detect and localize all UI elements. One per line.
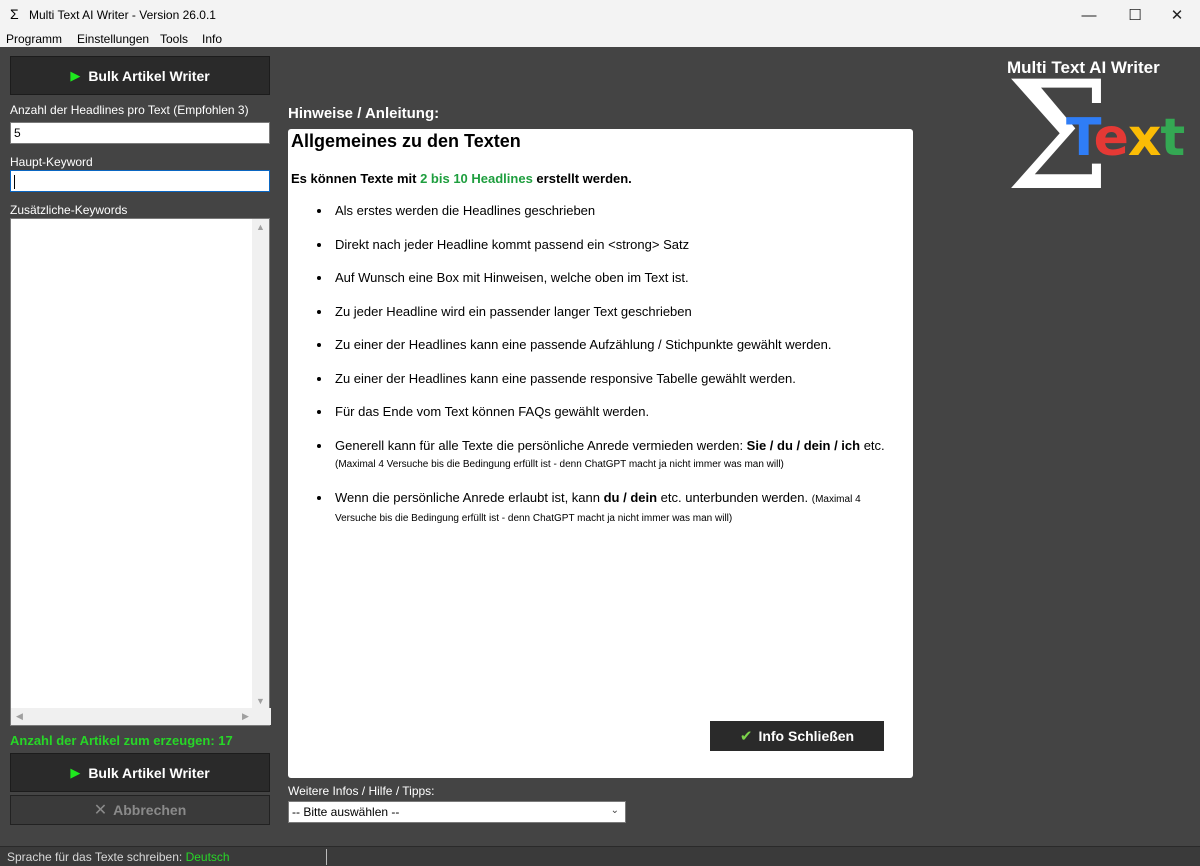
list-item: Als erstes werden die Headlines geschrie… (332, 202, 902, 219)
scroll-up-icon[interactable]: ▲ (252, 222, 269, 232)
intro-highlight: 2 bis 10 Headlines (420, 171, 533, 186)
title-bar: Σ Multi Text AI Writer - Version 26.0.1 … (0, 0, 1200, 30)
list-item: Für das Ende vom Text können FAQs gewähl… (332, 403, 902, 420)
bullet9-after: etc. unterbunden werden. (657, 490, 812, 505)
bullet8-text: Generell kann für alle Texte die persönl… (335, 437, 747, 453)
menu-einstellungen[interactable]: Einstellungen (77, 32, 149, 46)
abort-button[interactable]: ✕ Abbrechen (10, 795, 270, 825)
scroll-left-icon[interactable]: ◀ (11, 711, 28, 722)
scrollbar-corner (254, 708, 271, 725)
app-icon: Σ (10, 6, 19, 22)
text-caret (14, 174, 15, 189)
menu-bar: Programm Einstellungen Tools Info (0, 30, 1200, 47)
bulk-writer-label: Bulk Artikel Writer (88, 67, 210, 84)
abort-label: Abbrechen (113, 802, 187, 818)
more-info-selected: -- Bitte auswählen -- (292, 805, 400, 819)
play-icon: ▶ (70, 764, 81, 780)
bullet9-bold: du / dein (603, 490, 658, 505)
menu-info[interactable]: Info (202, 32, 222, 46)
logo-letter-e: e (1093, 108, 1129, 168)
maximize-button[interactable]: ☐ (1112, 0, 1158, 30)
list-item: Zu einer der Headlines kann eine passend… (332, 336, 902, 353)
list-item: Zu einer der Headlines kann eine passend… (332, 370, 902, 387)
info-close-button[interactable]: ✔ Info Schließen (710, 721, 884, 751)
status-bar: Sprache für das Texte schreiben: Deutsch (0, 846, 1200, 866)
intro-text: Es können Texte mit 2 bis 10 Headlines e… (291, 171, 632, 186)
panel-heading: Allgemeines zu den Texten (291, 131, 521, 151)
list-item: Wenn die persönliche Anrede erlaubt ist,… (332, 489, 902, 527)
status-label: Sprache für das Texte schreiben: (7, 850, 183, 864)
bullet8-after: etc. (860, 437, 885, 453)
list-item: Auf Wunsch eine Box mit Hinweisen, welch… (332, 269, 902, 286)
logo-letter-t2: t (1160, 108, 1185, 168)
hints-list: Als erstes werden die Headlines geschrie… (302, 202, 902, 527)
logo-word: Text (1066, 108, 1185, 168)
close-icon: ✕ (93, 802, 108, 819)
hints-panel: Allgemeines zu den Texten Es können Text… (288, 129, 913, 778)
list-item: Zu jeder Headline wird ein passender lan… (332, 303, 902, 320)
bulk-writer-button-top[interactable]: ▶ Bulk Artikel Writer (10, 56, 270, 95)
headline-count-input[interactable]: 5 (10, 122, 270, 144)
hints-section-title: Hinweise / Anleitung: (288, 105, 440, 122)
horizontal-scrollbar[interactable]: ◀ ▶ (11, 708, 254, 725)
bulk-writer-button-bottom[interactable]: ▶ Bulk Artikel Writer (10, 753, 270, 792)
list-item: Direkt nach jeder Headline kommt passend… (332, 236, 902, 253)
headline-count-label: Anzahl der Headlines pro Text (Empfohlen… (10, 103, 249, 117)
extra-keywords-label: Zusätzliche-Keywords (10, 203, 128, 217)
more-info-select[interactable]: -- Bitte auswählen -- ⌄ (288, 801, 626, 823)
bulk-writer-label: Bulk Artikel Writer (88, 764, 210, 781)
bullet8-bold: Sie / du / dein / ich (746, 437, 861, 453)
vertical-scrollbar[interactable]: ▲ ▼ (252, 219, 269, 709)
list-item: Generell kann für alle Texte die persönl… (332, 437, 902, 473)
play-icon: ▶ (70, 67, 81, 83)
window-title: Multi Text AI Writer - Version 26.0.1 (29, 8, 216, 22)
menu-tools[interactable]: Tools (160, 32, 188, 46)
chevron-down-icon: ⌄ (610, 805, 619, 816)
article-count-label: Anzahl der Artikel zum erzeugen: (10, 733, 215, 748)
bullet8-note: (Maximal 4 Versuche bis die Bedingung er… (335, 458, 784, 470)
main-keyword-label: Haupt-Keyword (10, 155, 93, 169)
more-info-label: Weitere Infos / Hilfe / Tipps: (288, 784, 435, 798)
bullet9-text: Wenn die persönliche Anrede erlaubt ist,… (335, 490, 604, 505)
close-button[interactable]: ✕ (1154, 0, 1200, 30)
scroll-down-icon[interactable]: ▼ (252, 696, 269, 706)
minimize-button[interactable]: — (1066, 0, 1112, 30)
intro-suffix: erstellt werden. (532, 171, 632, 186)
info-close-label: Info Schließen (758, 728, 855, 744)
status-text: Sprache für das Texte schreiben: Deutsch (7, 850, 230, 864)
menu-programm[interactable]: Programm (6, 32, 62, 46)
status-value: Deutsch (185, 850, 230, 864)
status-separator (326, 849, 327, 865)
scroll-right-icon[interactable]: ▶ (237, 711, 254, 722)
intro-prefix: Es können Texte mit (291, 171, 421, 186)
article-count: Anzahl der Artikel zum erzeugen: 17 (10, 733, 233, 748)
article-count-value: 17 (218, 733, 233, 748)
main-keyword-input[interactable] (10, 170, 270, 192)
extra-keywords-textarea[interactable]: ▲ ▼ ◀ ▶ (10, 218, 271, 726)
logo-letter-t: T (1066, 108, 1095, 168)
logo-letter-x: x (1127, 108, 1162, 168)
check-icon: ✔ (739, 728, 753, 745)
